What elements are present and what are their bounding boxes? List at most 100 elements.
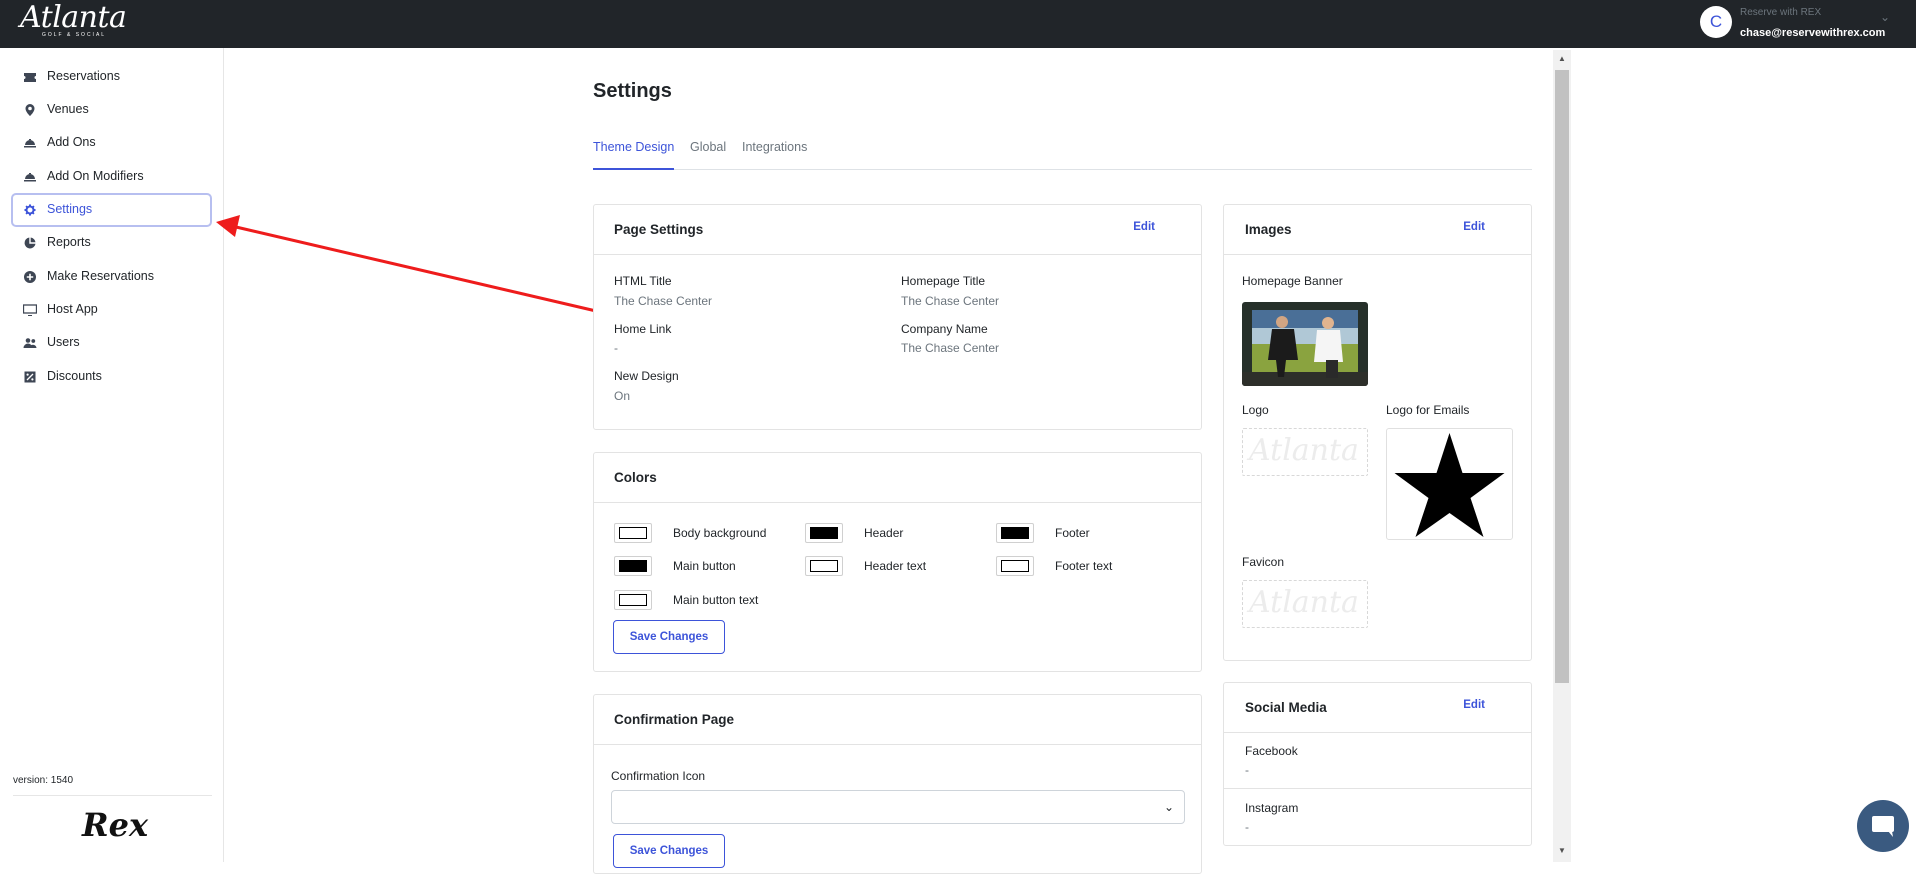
home-link-value: - <box>614 341 618 355</box>
sidebar-item-reports[interactable]: Reports <box>11 226 212 260</box>
instagram-value: - <box>1245 820 1249 834</box>
save-confirmation-button[interactable]: Save Changes <box>613 834 725 868</box>
sidebar-item-settings[interactable]: Settings <box>11 193 212 227</box>
new-design-label: New Design <box>614 369 679 383</box>
homepage-title-label: Homepage Title <box>901 274 986 288</box>
chevron-down-icon[interactable]: ⌄ <box>1880 10 1890 24</box>
sidebar-item-label: Settings <box>47 202 93 216</box>
favicon-image[interactable]: Atlanta <box>1242 580 1368 628</box>
edit-social-media-button[interactable]: Edit <box>1463 699 1485 711</box>
sidebar-item-label: Venues <box>47 102 89 116</box>
tab-theme-design[interactable]: Theme Design <box>593 140 675 170</box>
sidebar-item-label: Add On Modifiers <box>47 169 144 183</box>
confirmation-page-card: Confirmation Page Confirmation Icon ⌄ Sa… <box>593 694 1202 874</box>
html-title-label: HTML Title <box>614 274 672 288</box>
sidebar-item-discounts[interactable]: Discounts <box>11 360 212 394</box>
images-card: Images Edit Homepage Banner Logo Atlanta… <box>1223 204 1532 661</box>
version-label: version: 1540 <box>13 775 74 786</box>
sidebar-item-make-reservations[interactable]: Make Reservations <box>11 260 212 294</box>
homepage-title-value: The Chase Center <box>901 294 1000 308</box>
sidebar-item-users[interactable]: Users <box>11 326 212 360</box>
edit-page-settings-button[interactable]: Edit <box>1133 221 1155 233</box>
chevron-down-icon: ⌄ <box>1163 800 1174 814</box>
instagram-label: Instagram <box>1245 801 1299 815</box>
logo-emails-image[interactable] <box>1386 428 1513 540</box>
social-row-instagram: Instagram - <box>1224 789 1531 845</box>
footer-swatch[interactable] <box>996 523 1034 543</box>
swatch-label: Header <box>864 526 904 540</box>
facebook-label: Facebook <box>1245 744 1298 758</box>
card-header: Colors <box>594 453 1201 503</box>
home-link-label: Home Link <box>614 322 672 336</box>
social-media-card: Social Media Edit Facebook - Instagram - <box>1223 682 1532 846</box>
html-title-value: The Chase Center <box>614 294 713 308</box>
logo-placeholder-text: Atlanta <box>1249 433 1359 468</box>
sidebar-item-venues[interactable]: Venues <box>11 93 212 127</box>
logo-label: Logo <box>1242 403 1269 417</box>
card-title: Social Media <box>1245 700 1327 715</box>
scroll-up-arrow-icon[interactable]: ▲ <box>1558 54 1566 63</box>
food-tray-icon <box>24 139 36 148</box>
favicon-label: Favicon <box>1242 555 1285 569</box>
sidebar-item-add-on-modifiers[interactable]: Add On Modifiers <box>11 160 212 194</box>
divider <box>13 795 212 796</box>
main-button-swatch[interactable] <box>614 556 652 576</box>
swatch-label: Main button <box>673 559 736 573</box>
page-settings-card: Page Settings Edit HTML Title The Chase … <box>593 204 1202 430</box>
chat-button[interactable] <box>1857 800 1909 852</box>
star-icon <box>1394 433 1505 537</box>
body-background-swatch[interactable] <box>614 523 652 543</box>
swatch-label: Header text <box>864 559 927 573</box>
tab-integrations[interactable]: Integrations <box>742 140 807 170</box>
footer-text-swatch[interactable] <box>996 556 1034 576</box>
brand-logo[interactable]: Atlanta GOLF & SOCIAL <box>20 0 127 39</box>
rex-logo: Rex <box>82 806 149 844</box>
user-email[interactable]: chase@reservewithrex.com <box>1740 27 1885 39</box>
monitor-icon <box>23 304 37 316</box>
company-name-value: The Chase Center <box>901 341 1000 355</box>
food-tray-icon <box>24 173 36 182</box>
card-header: Page Settings Edit <box>594 205 1201 255</box>
sidebar-item-label: Host App <box>47 302 98 316</box>
card-title: Colors <box>614 470 657 485</box>
card-title: Confirmation Page <box>614 712 735 727</box>
favicon-placeholder-text: Atlanta <box>1249 585 1359 620</box>
confirmation-icon-select[interactable]: ⌄ <box>611 790 1185 824</box>
main-button-text-swatch[interactable] <box>614 590 652 610</box>
sidebar-item-host-app[interactable]: Host App <box>11 293 212 327</box>
scrollbar[interactable]: ▲ ▼ <box>1553 50 1571 862</box>
edit-images-button[interactable]: Edit <box>1463 221 1485 233</box>
sidebar-item-label: Users <box>47 335 80 349</box>
sidebar-item-add-ons[interactable]: Add Ons <box>11 126 212 160</box>
card-title: Page Settings <box>614 222 704 237</box>
sidebar-item-label: Add Ons <box>47 135 96 149</box>
tab-global[interactable]: Global <box>690 140 726 170</box>
swatch-label: Main button text <box>673 593 759 607</box>
scroll-down-arrow-icon[interactable]: ▼ <box>1558 846 1566 855</box>
logo-image[interactable]: Atlanta <box>1242 428 1368 476</box>
sidebar-item-reservations[interactable]: Reservations <box>11 60 212 94</box>
header-text-swatch[interactable] <box>805 556 843 576</box>
save-colors-button[interactable]: Save Changes <box>613 620 725 654</box>
sidebar-item-label: Make Reservations <box>47 269 154 283</box>
card-header: Confirmation Page <box>594 695 1201 745</box>
social-row-facebook: Facebook - <box>1224 733 1531 789</box>
avatar[interactable]: C <box>1700 6 1732 38</box>
top-bar: Atlanta GOLF & SOCIAL C Reserve with REX… <box>0 0 1916 48</box>
header-swatch[interactable] <box>805 523 843 543</box>
chat-icon <box>1872 816 1894 837</box>
sidebar: Reservations Venues Add Ons Add On Modif… <box>0 48 224 862</box>
scrollbar-thumb[interactable] <box>1555 70 1569 683</box>
pie-chart-icon <box>24 237 36 249</box>
users-icon <box>23 338 37 348</box>
homepage-banner-image[interactable] <box>1242 302 1368 386</box>
logo-emails-label: Logo for Emails <box>1386 403 1470 417</box>
user-org-name: Reserve with REX <box>1740 7 1822 18</box>
card-header: Images Edit <box>1224 205 1531 255</box>
swatch-label: Footer text <box>1055 559 1113 573</box>
colors-card: Colors Body background Header Footer Mai… <box>593 452 1202 672</box>
facebook-value: - <box>1245 763 1249 777</box>
brand-name: Atlanta <box>20 0 127 35</box>
card-title: Images <box>1245 222 1292 237</box>
plus-circle-icon <box>24 271 36 283</box>
